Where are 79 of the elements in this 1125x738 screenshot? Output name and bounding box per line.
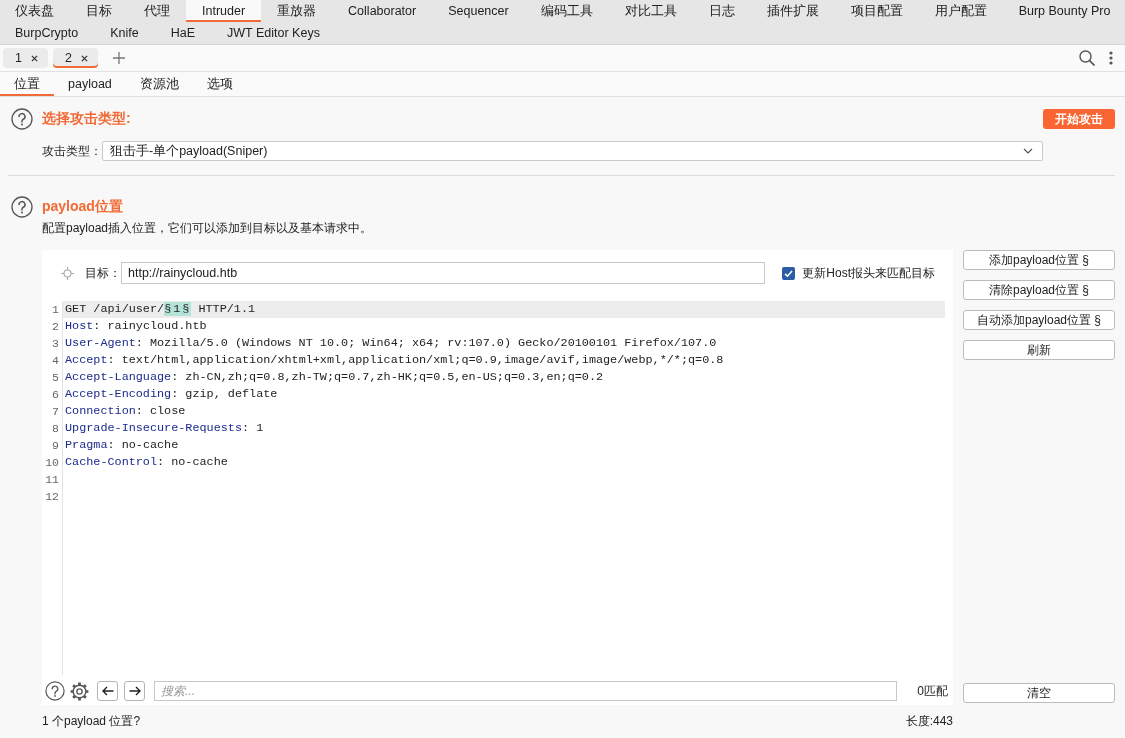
tool-tab[interactable]: Knife: [94, 22, 155, 44]
arrow-left-icon: [101, 686, 114, 696]
sub-tab[interactable]: 位置: [0, 72, 54, 96]
tool-tab[interactable]: 仪表盘: [0, 0, 70, 22]
line-number: 9: [52, 438, 59, 454]
search-field[interactable]: 搜索...: [154, 681, 898, 701]
tool-tab[interactable]: Collaborator: [332, 0, 433, 22]
section-title: 选择攻击类型:: [42, 110, 132, 128]
tool-tab[interactable]: Intruder: [186, 0, 262, 22]
tool-tab[interactable]: Sequencer: [432, 0, 525, 22]
arrow-right-icon: [128, 686, 141, 696]
tool-tab[interactable]: BurpCrypto: [0, 22, 95, 44]
tool-tab[interactable]: 代理: [128, 0, 186, 22]
checkbox-icon[interactable]: [782, 266, 796, 280]
line-number: 11: [45, 472, 59, 488]
help-icon[interactable]: [11, 196, 33, 218]
code-line: Accept-Language: zh-CN,zh;q=0.8,zh-TW;q=0.7,zh-HK;q=0.5,en-US;q=0.3,en;q=0.2: [65, 370, 604, 384]
code-line: Connection: close: [65, 404, 186, 418]
attack-type-label: 攻击类型：: [42, 142, 102, 160]
attack-type-dropdown[interactable]: 狙击手-单个payload(Sniper): [102, 141, 1043, 161]
clear-button[interactable]: 清空: [963, 683, 1115, 703]
close-icon[interactable]: [30, 54, 38, 62]
settings-icon[interactable]: [69, 680, 90, 702]
line-number: 8: [52, 421, 59, 437]
request-length: 长度:443: [905, 713, 953, 730]
code-line: Pragma: no-cache: [65, 438, 179, 452]
more-icon[interactable]: [1109, 51, 1113, 65]
close-icon[interactable]: [80, 54, 88, 62]
help-icon[interactable]: [45, 681, 65, 701]
code-line: User-Agent: Mozilla/5.0 (Windows NT 10.0; Win64; x64; rv:107.0) Gecko/20100101 Firefox/107.0: [65, 336, 717, 350]
line-number: 4: [52, 353, 59, 369]
tool-tab[interactable]: HaE: [154, 22, 212, 44]
sub-tab[interactable]: 资源池: [125, 72, 193, 96]
line-number: 6: [52, 387, 59, 403]
search-icon[interactable]: [1079, 50, 1095, 66]
sub-tab[interactable]: 选项: [192, 72, 247, 96]
tool-tab[interactable]: 对比工具: [608, 0, 693, 22]
match-count: 0匹配: [917, 682, 948, 700]
tool-tab[interactable]: 编码工具: [524, 0, 609, 22]
side-button[interactable]: 添加payload位置 §: [963, 250, 1115, 270]
update-host-checkbox[interactable]: 更新Host报头来匹配目标: [782, 264, 935, 282]
side-button[interactable]: 清除payload位置 §: [963, 280, 1115, 300]
section-description: 配置payload插入位置，它们可以添加到目标以及基本请求中。: [42, 221, 373, 235]
tool-tab[interactable]: 插件扩展: [750, 0, 835, 22]
sub-tab[interactable]: payload: [54, 72, 126, 96]
code-line: Cache-Control: no-cache: [65, 455, 228, 469]
code-line: Host: rainycloud.htb: [65, 319, 207, 333]
code-line: Upgrade-Insecure-Requests: 1: [65, 421, 264, 435]
line-number: 12: [45, 489, 59, 505]
tool-tab[interactable]: JWT Editor Keys: [211, 22, 336, 44]
tool-tab[interactable]: 日志: [692, 0, 751, 22]
forward-button[interactable]: [124, 681, 145, 701]
code-line: Accept-Encoding: gzip, deflate: [65, 387, 278, 401]
side-button[interactable]: 刷新: [963, 340, 1115, 360]
tool-tab[interactable]: 项目配置: [834, 0, 919, 22]
request-tab[interactable]: 1: [3, 48, 48, 68]
line-number: 5: [52, 370, 59, 386]
section-title: payload位置: [42, 198, 124, 216]
code-line: Accept: text/html,application/xhtml+xml,application/xml;q=0.9,image/avif,image/webp,*/*;q=0.8: [65, 353, 724, 367]
request-tab[interactable]: 2: [52, 48, 98, 68]
positions-count: 1 个payload 位置?: [42, 713, 141, 730]
chevron-down-icon: [1023, 148, 1033, 154]
line-number: 3: [52, 336, 59, 352]
line-number: 7: [52, 404, 59, 420]
tool-tab[interactable]: 重放器: [261, 0, 333, 22]
crosshair-icon: [61, 266, 74, 280]
tool-tab[interactable]: 目标: [70, 0, 128, 22]
target-field[interactable]: http://rainycloud.htb: [121, 262, 766, 284]
add-icon[interactable]: [112, 52, 125, 64]
line-number: 10: [45, 455, 59, 471]
side-button[interactable]: 自动添加payload位置 §: [963, 310, 1115, 330]
help-icon[interactable]: [11, 108, 33, 130]
target-label: 目标：: [85, 264, 121, 282]
back-button[interactable]: [97, 681, 118, 701]
tool-tab[interactable]: Burp Bounty Pro: [1002, 0, 1125, 22]
code-line: GET /api/user/§1§ HTTP/1.1: [65, 302, 256, 316]
line-number: 1: [52, 302, 59, 318]
tool-tab[interactable]: 用户配置: [918, 0, 1003, 22]
line-number: 2: [52, 319, 59, 335]
